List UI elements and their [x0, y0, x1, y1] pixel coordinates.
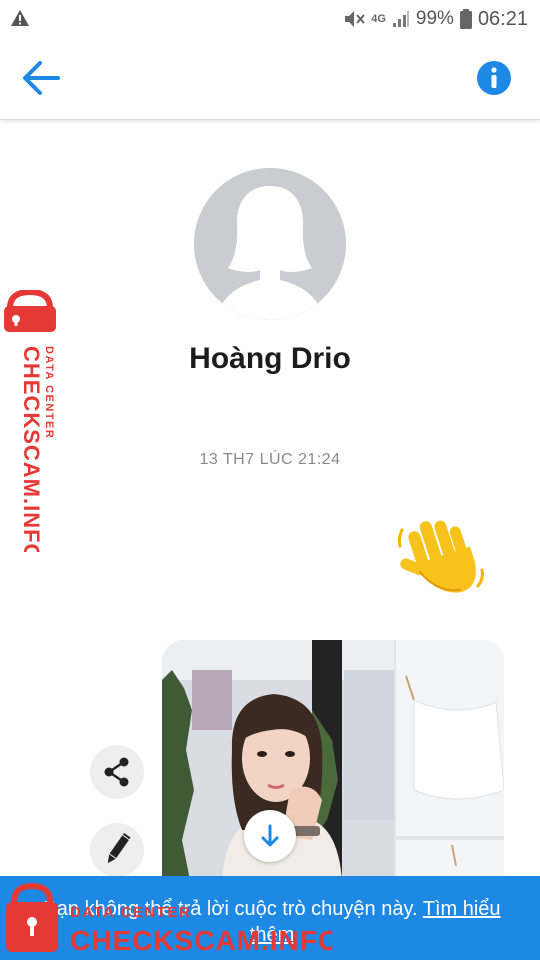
edit-button[interactable] [90, 823, 144, 877]
share-button[interactable] [90, 745, 144, 799]
photo-message[interactable] [162, 640, 504, 880]
profile-name: Hoàng Drio [189, 342, 351, 375]
share-icon [104, 757, 129, 787]
default-avatar-icon[interactable] [194, 168, 346, 320]
lock-icon [6, 882, 58, 952]
edit-icon [107, 832, 131, 864]
watermark-brand: CHECKSCAM.INFO [70, 925, 332, 956]
watermark-side: CHECKSCAM.INFO DATA CENTER [4, 290, 56, 552]
clock: 06:21 [477, 7, 528, 30]
battery-icon [459, 9, 472, 29]
arrow-left-icon[interactable] [20, 58, 64, 98]
photo-side-preview [394, 640, 504, 880]
lock-icon [4, 290, 56, 332]
download-button[interactable] [244, 810, 296, 862]
watermark-tag: DATA CENTER [43, 346, 55, 439]
watermark-brand: CHECKSCAM.INFO [19, 346, 44, 552]
status-bar: 4G 99% 06:21 [0, 0, 540, 38]
download-icon [261, 824, 279, 847]
conversation-toolbar [0, 38, 540, 120]
signal-icon [392, 11, 409, 27]
watermark-bottom: DATA CENTER CHECKSCAM.INFO [6, 882, 332, 956]
message-timestamp: 13 TH7 LÚC 21:24 [199, 451, 341, 468]
battery-percent: 99% [415, 8, 454, 29]
info-icon[interactable] [476, 60, 512, 96]
watermark-tag: DATA CENTER [70, 904, 191, 921]
mute-icon [345, 11, 365, 27]
waving-hand-icon[interactable] [396, 516, 488, 604]
warning-icon [11, 10, 29, 26]
status-indicators: 4G 99% 06:21 [343, 6, 528, 32]
network-type: 4G [371, 13, 386, 25]
